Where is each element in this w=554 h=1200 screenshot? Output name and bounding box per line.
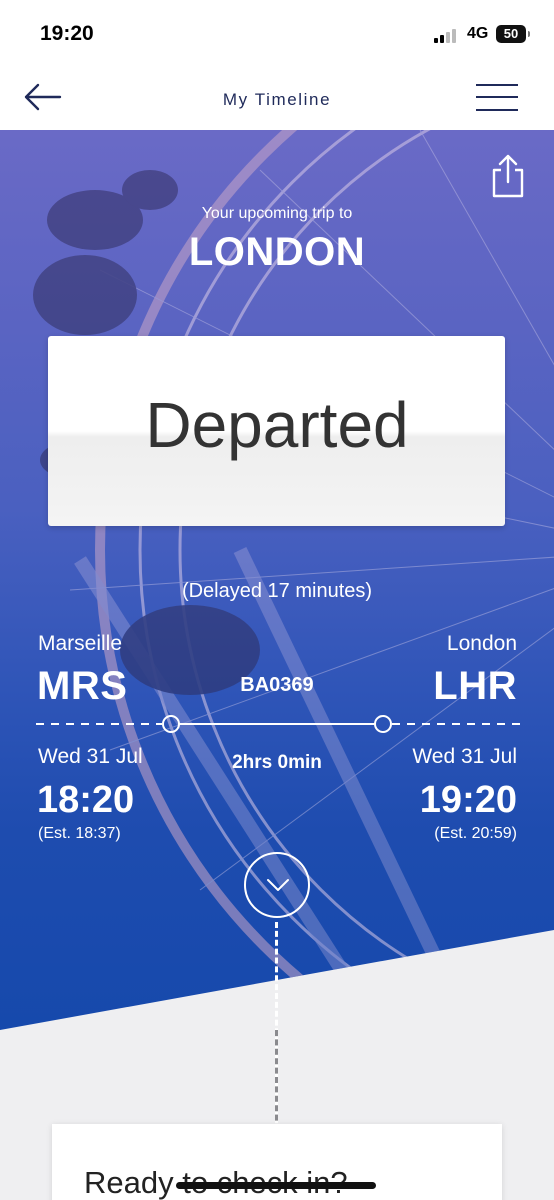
network-label: 4G (467, 25, 489, 42)
delay-notice: (Delayed 17 minutes) (181, 580, 373, 602)
arrival-city: London (446, 632, 517, 655)
expand-details-button[interactable] (244, 852, 310, 918)
signal-icon (434, 27, 460, 43)
status-bar: 19:20 4G 50 (0, 0, 554, 64)
flight-status: Departed (145, 389, 409, 461)
timeline-connector-lower (275, 1030, 278, 1130)
hamburger-menu-icon[interactable] (476, 82, 518, 112)
page-title: My Timeline (222, 90, 332, 109)
nav-bar: My Timeline (0, 64, 554, 130)
departure-time: 18:20 (37, 779, 135, 821)
departure-city: Marseille (38, 632, 123, 655)
arrival-estimate: (Est. 20:59) (434, 825, 517, 842)
departure-estimate: (Est. 18:37) (38, 825, 121, 842)
arrival-node-icon (374, 715, 392, 733)
route-line (36, 715, 520, 733)
battery-icon: 50 (496, 25, 530, 43)
share-icon[interactable] (488, 152, 528, 200)
trip-subtitle: Your upcoming trip to (201, 205, 353, 222)
arrival-time: 19:20 (419, 779, 517, 821)
chevron-down-icon (267, 879, 289, 891)
status-time: 19:20 (40, 22, 94, 45)
home-indicator (176, 1182, 376, 1189)
arrival-date: Wed 31 Jul (412, 745, 517, 768)
departure-node-icon (162, 715, 180, 733)
arrival-airport-code: LHR (433, 664, 517, 708)
trip-destination: LONDON (188, 230, 366, 274)
